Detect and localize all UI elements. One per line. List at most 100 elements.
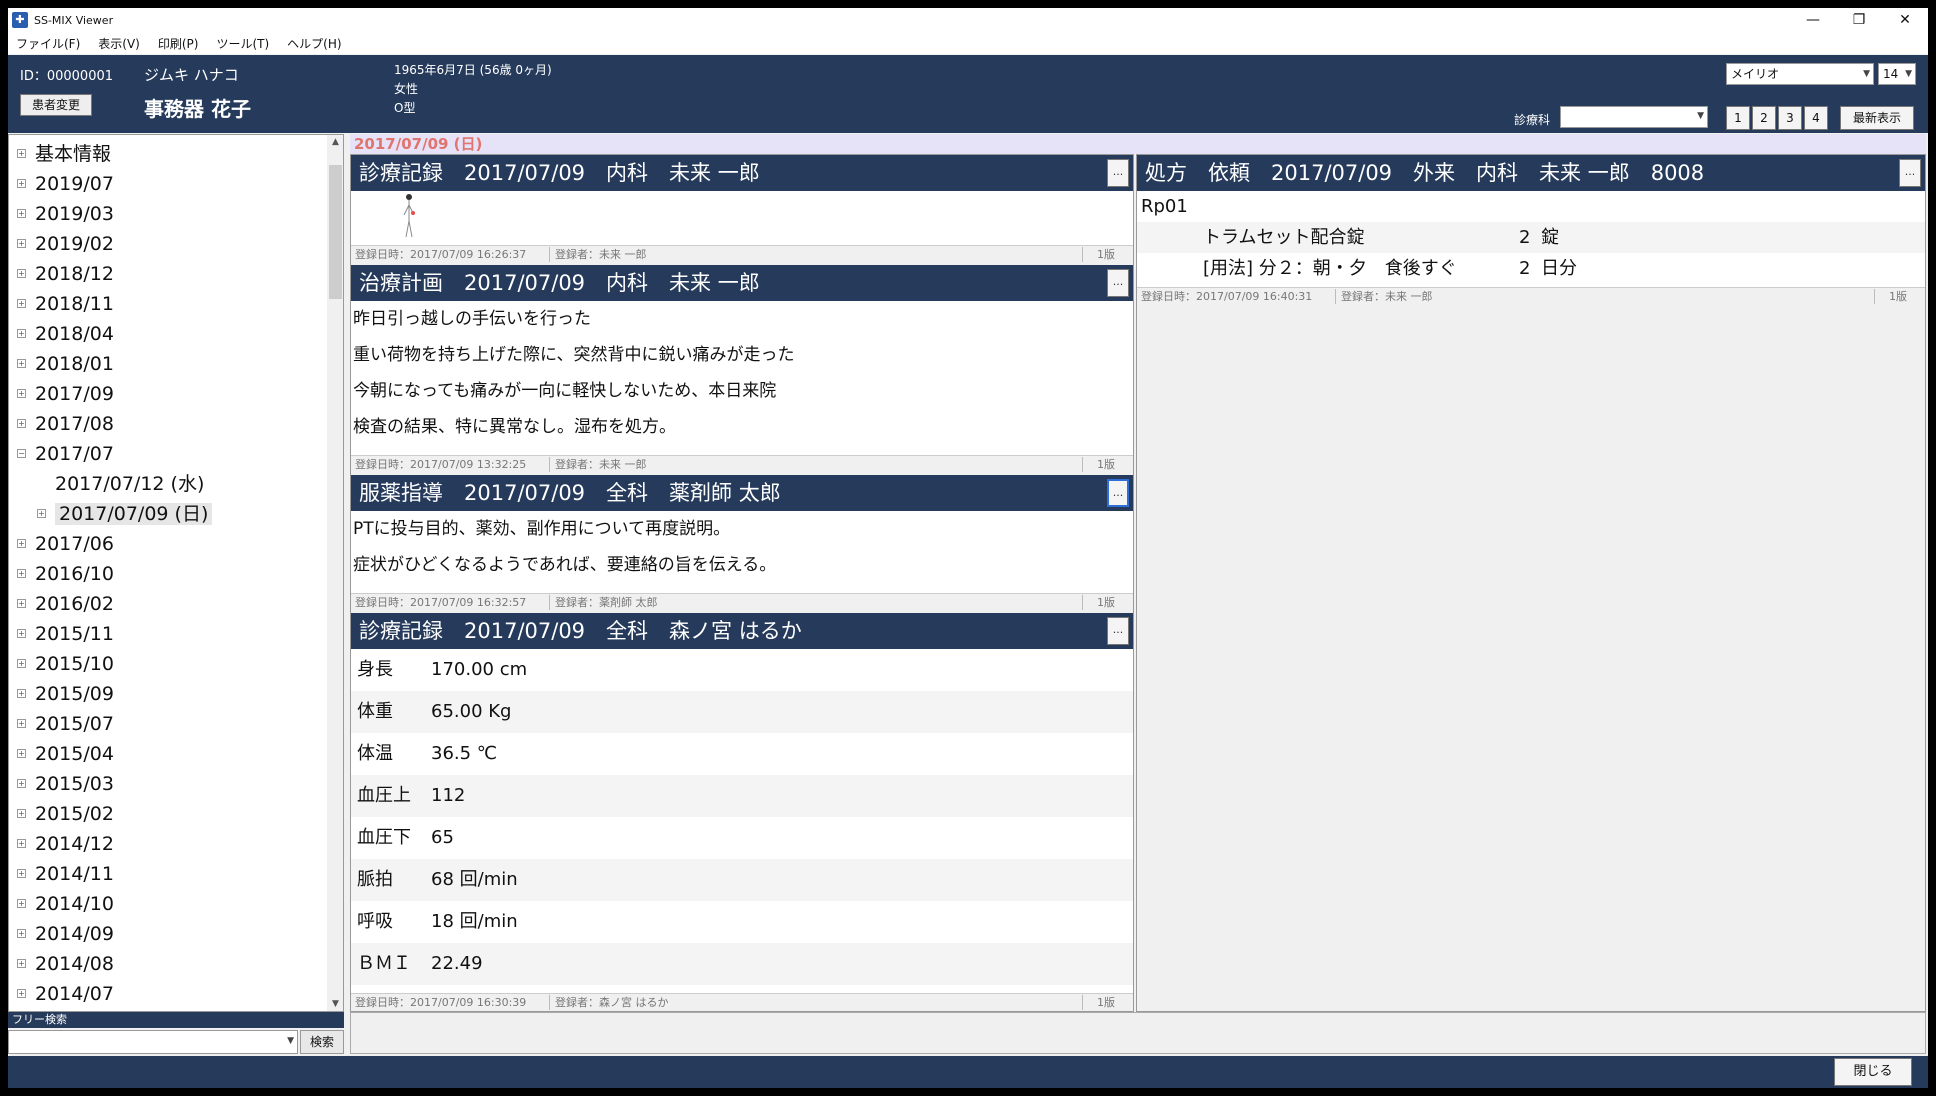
menu-tools[interactable]: ツール(T): [216, 35, 269, 52]
expand-icon[interactable]: +: [17, 179, 26, 188]
expand-icon[interactable]: +: [17, 209, 26, 218]
expand-icon[interactable]: +: [17, 539, 26, 548]
expand-icon[interactable]: +: [17, 239, 26, 248]
expand-icon[interactable]: +: [37, 509, 46, 518]
menu-help[interactable]: ヘルプ(H): [287, 35, 341, 52]
chevron-down-icon[interactable]: ▼: [287, 1036, 294, 1046]
tree-item[interactable]: −2017/07: [9, 439, 327, 469]
page-2-button[interactable]: 2: [1752, 106, 1776, 130]
card-menu-button[interactable]: ...: [1107, 269, 1129, 297]
tree-item[interactable]: +2015/02: [9, 799, 327, 829]
card-menu-button[interactable]: ...: [1107, 479, 1129, 507]
expand-icon[interactable]: +: [17, 929, 26, 938]
expand-icon[interactable]: +: [17, 869, 26, 878]
body-figure-icon[interactable]: [401, 193, 425, 241]
tree-item-selected[interactable]: +2017/07/09 (日): [9, 499, 327, 529]
expand-icon[interactable]: +: [17, 749, 26, 758]
expand-icon[interactable]: +: [17, 839, 26, 848]
tree-item-child[interactable]: 2017/07/12 (水): [9, 469, 327, 499]
expand-icon[interactable]: +: [17, 269, 26, 278]
tree-item[interactable]: +2016/02: [9, 589, 327, 619]
tree-item[interactable]: +2015/03: [9, 769, 327, 799]
expand-icon[interactable]: +: [17, 569, 26, 578]
search-button[interactable]: 検索: [300, 1030, 344, 1054]
card-title: 服薬指導 2017/07/09 全科 薬剤師 太郎: [359, 481, 781, 505]
scroll-up-icon[interactable]: ▲: [329, 137, 342, 147]
tree-item[interactable]: +2018/04: [9, 319, 327, 349]
tree-scrollbar[interactable]: ▲ ▼: [327, 135, 343, 1011]
free-search-input[interactable]: ▼: [8, 1030, 298, 1054]
expand-icon[interactable]: +: [17, 659, 26, 668]
tree-item-label: 2015/07: [35, 713, 114, 735]
history-tree: + 基本情報 +2019/07 +2019/03 +2019/02 +2018/1…: [9, 139, 327, 1009]
expand-icon[interactable]: +: [17, 389, 26, 398]
tree-item[interactable]: +2017/08: [9, 409, 327, 439]
tree-item[interactable]: +2015/11: [9, 619, 327, 649]
vital-label: 脈拍: [357, 869, 393, 890]
font-size-select[interactable]: 14 ▼: [1878, 63, 1916, 85]
menu-file[interactable]: ファイル(F): [16, 35, 80, 52]
tree-item[interactable]: +2016/10: [9, 559, 327, 589]
card-menu-button[interactable]: ...: [1107, 617, 1129, 645]
expand-icon[interactable]: +: [17, 149, 26, 158]
tree-item-label: 2017/06: [35, 533, 114, 555]
font-select[interactable]: メイリオ ▼: [1726, 63, 1874, 85]
tree-item-label: 2014/09: [35, 923, 114, 945]
expand-icon[interactable]: +: [17, 959, 26, 968]
expand-icon[interactable]: +: [17, 329, 26, 338]
usage-unit: 日分: [1541, 258, 1577, 279]
expand-icon[interactable]: +: [17, 719, 26, 728]
page-3-button[interactable]: 3: [1778, 106, 1802, 130]
card-title: 処方 依頼 2017/07/09 外来 内科 未来 一郎 8008: [1145, 161, 1705, 185]
scrollbar-thumb[interactable]: [329, 165, 342, 299]
department-select[interactable]: ▼: [1560, 106, 1708, 128]
expand-icon[interactable]: +: [17, 359, 26, 368]
expand-icon[interactable]: +: [17, 899, 26, 908]
card-footer: 登録日時：2017/07/09 16:26:37 登録者：未来 一郎 1版: [351, 245, 1133, 263]
tree-item[interactable]: +2014/12: [9, 829, 327, 859]
card-menu-button[interactable]: ...: [1899, 159, 1921, 187]
tree-item[interactable]: +2014/09: [9, 919, 327, 949]
menu-print[interactable]: 印刷(P): [158, 35, 199, 52]
tree-item[interactable]: +2018/12: [9, 259, 327, 289]
tree-item[interactable]: +2014/07: [9, 979, 327, 1009]
tree-item[interactable]: +2014/10: [9, 889, 327, 919]
page-4-button[interactable]: 4: [1804, 106, 1828, 130]
expand-icon[interactable]: +: [17, 599, 26, 608]
collapse-icon[interactable]: −: [17, 449, 26, 458]
close-window-button[interactable]: ✕: [1882, 8, 1928, 32]
minimize-button[interactable]: —: [1790, 8, 1836, 32]
card-footer: 登録日時：2017/07/09 16:32:57 登録者：薬剤師 太郎 1版: [351, 593, 1133, 611]
change-patient-button[interactable]: 患者変更: [20, 94, 92, 116]
tree-item[interactable]: +2015/09: [9, 679, 327, 709]
tree-item[interactable]: +2019/07: [9, 169, 327, 199]
tree-item[interactable]: + 基本情報: [9, 139, 327, 169]
expand-icon[interactable]: +: [17, 989, 26, 998]
tree-item[interactable]: +2017/09: [9, 379, 327, 409]
expand-icon[interactable]: +: [17, 629, 26, 638]
card-menu-button[interactable]: ...: [1107, 159, 1129, 187]
usage-row: [用法] 分２：朝・夕 食後すぐ 2 日分: [1137, 253, 1925, 284]
tree-item[interactable]: +2018/01: [9, 349, 327, 379]
expand-icon[interactable]: +: [17, 809, 26, 818]
expand-icon[interactable]: +: [17, 299, 26, 308]
expand-icon[interactable]: +: [17, 419, 26, 428]
maximize-button[interactable]: ❐: [1836, 8, 1882, 32]
scroll-down-icon[interactable]: ▼: [329, 999, 342, 1009]
tree-item[interactable]: +2018/11: [9, 289, 327, 319]
close-button[interactable]: 閉じる: [1834, 1058, 1912, 1086]
latest-view-button[interactable]: 最新表示: [1840, 106, 1914, 130]
tree-item[interactable]: +2019/03: [9, 199, 327, 229]
menu-view[interactable]: 表示(V): [98, 35, 140, 52]
tree-item[interactable]: +2017/06: [9, 529, 327, 559]
tree-item[interactable]: +2015/07: [9, 709, 327, 739]
tree-item[interactable]: +2014/08: [9, 949, 327, 979]
tree-item[interactable]: +2014/11: [9, 859, 327, 889]
tree-item[interactable]: +2015/04: [9, 739, 327, 769]
tree-item[interactable]: +2019/02: [9, 229, 327, 259]
tree-item-label: 2015/04: [35, 743, 114, 765]
expand-icon[interactable]: +: [17, 689, 26, 698]
tree-item[interactable]: +2015/10: [9, 649, 327, 679]
expand-icon[interactable]: +: [17, 779, 26, 788]
page-1-button[interactable]: 1: [1726, 106, 1750, 130]
